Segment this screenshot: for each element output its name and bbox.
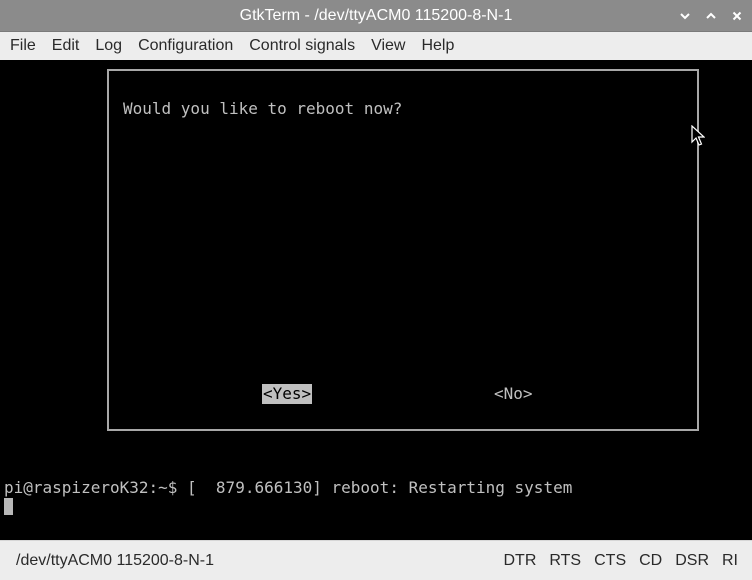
menu-bar: File Edit Log Configuration Control sign… (0, 32, 752, 60)
signal-cd: CD (639, 552, 663, 569)
gtkterm-window: GtkTerm - /dev/ttyACM0 115200-8-N-1 File… (0, 0, 752, 580)
menu-file[interactable]: File (2, 32, 44, 60)
menu-control-signals[interactable]: Control signals (241, 32, 363, 60)
status-bar: /dev/ttyACM0 115200-8-N-1 DTR RTS CTS CD… (0, 540, 752, 580)
no-button[interactable]: <No> (494, 384, 533, 404)
chevron-up-icon (706, 12, 716, 19)
minimize-button[interactable] (676, 7, 694, 25)
chevron-down-icon (680, 13, 690, 20)
window-controls (676, 0, 746, 32)
menu-view[interactable]: View (363, 32, 413, 60)
terminal-cursor (4, 498, 13, 515)
close-button[interactable] (728, 7, 746, 25)
status-port-config: /dev/ttyACM0 115200-8-N-1 (16, 552, 215, 569)
signal-dsr: DSR (675, 552, 709, 569)
terminal-area[interactable]: Would you like to reboot now? <Yes> <No>… (0, 60, 752, 540)
menu-log[interactable]: Log (87, 32, 130, 60)
signal-ri: RI (722, 552, 738, 569)
mouse-pointer-icon (691, 125, 705, 146)
title-bar[interactable]: GtkTerm - /dev/ttyACM0 115200-8-N-1 (0, 0, 752, 32)
signal-rts: RTS (549, 552, 582, 569)
yes-button[interactable]: <Yes> (262, 384, 313, 404)
close-icon (732, 11, 742, 21)
menu-edit[interactable]: Edit (44, 32, 88, 60)
signal-dtr: DTR (503, 552, 537, 569)
signal-cts: CTS (594, 552, 627, 569)
control-signal-indicators: DTR RTS CTS CD DSR RI (504, 541, 739, 580)
reboot-dialog: Would you like to reboot now? <Yes> <No> (107, 69, 699, 431)
menu-help[interactable]: Help (413, 32, 462, 60)
dialog-question: Would you like to reboot now? (123, 99, 403, 118)
menu-configuration[interactable]: Configuration (130, 32, 241, 60)
maximize-button[interactable] (702, 7, 720, 25)
window-title: GtkTerm - /dev/ttyACM0 115200-8-N-1 (239, 7, 513, 24)
terminal-output-line: pi@raspizeroK32:~$ [ 879.666130] reboot:… (4, 478, 573, 497)
